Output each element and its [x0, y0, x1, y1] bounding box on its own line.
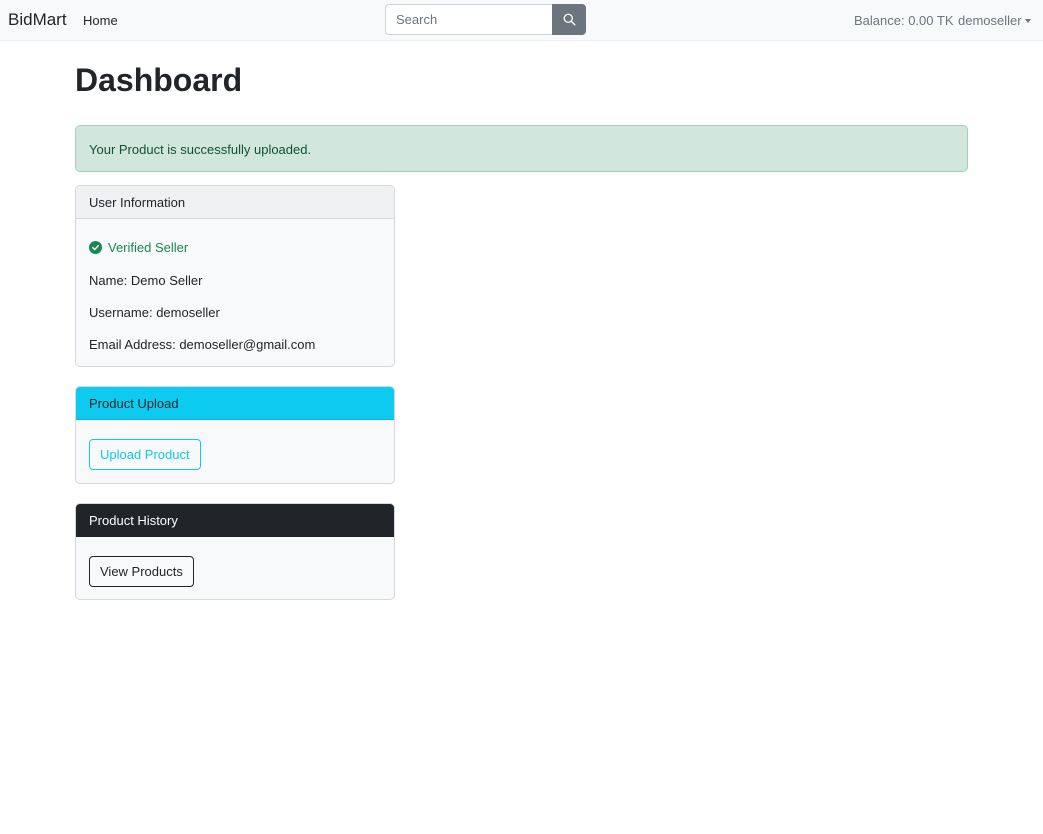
user-dropdown-toggle[interactable]: demoseller — [958, 13, 1031, 28]
product-history-header: Product History — [76, 504, 394, 537]
page-title: Dashboard — [75, 62, 243, 98]
verified-seller-status: Verified Seller — [89, 240, 188, 255]
search-input[interactable] — [385, 4, 552, 35]
check-circle-icon — [89, 241, 102, 254]
success-alert: Your Product is successfully uploaded. — [75, 125, 968, 172]
user-dropdown-label: demoseller — [958, 13, 1022, 28]
upload-product-button[interactable]: Upload Product — [89, 439, 201, 470]
caret-down-icon — [1024, 19, 1031, 23]
product-upload-header: Product Upload — [76, 387, 394, 420]
brand-link[interactable]: BidMart — [8, 10, 67, 30]
product-upload-card: Product Upload Upload Product — [75, 386, 395, 484]
user-information-card: User Information Verified Seller Name: D… — [75, 185, 395, 367]
nav-home-link[interactable]: Home — [83, 13, 118, 28]
search-button[interactable] — [552, 4, 586, 35]
search-icon — [563, 13, 576, 26]
verified-seller-label: Verified Seller — [108, 240, 189, 255]
navbar: BidMart Home Balance: 0.00 TK demoseller — [0, 0, 1043, 41]
view-products-button[interactable]: View Products — [89, 556, 194, 587]
user-information-header: User Information — [76, 186, 394, 219]
user-email: Email Address: demoseller@gmail.com — [89, 337, 316, 352]
product-history-card: Product History View Products — [75, 503, 395, 600]
user-username: Username: demoseller — [89, 305, 220, 320]
user-name: Name: Demo Seller — [89, 273, 203, 288]
search-form — [385, 4, 586, 35]
balance-text: Balance: 0.00 TK — [854, 13, 954, 28]
alert-message: Your Product is successfully uploaded. — [89, 142, 312, 157]
